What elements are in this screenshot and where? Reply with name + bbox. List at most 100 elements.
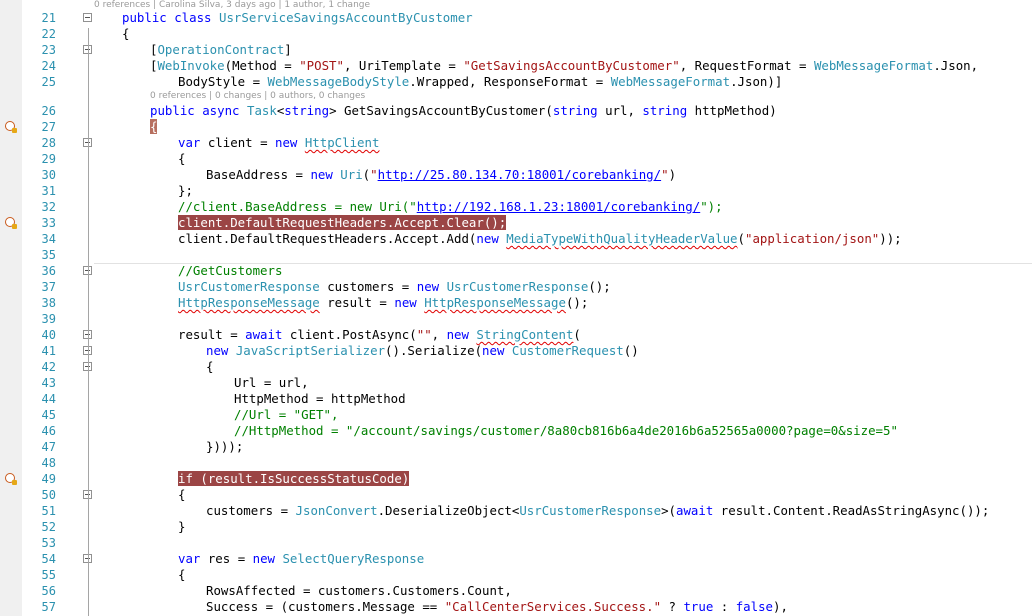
code-text: client.DefaultRequestHeaders.Accept.Add( bbox=[178, 231, 477, 246]
line-number: 55 bbox=[41, 568, 56, 582]
line-number: 37 bbox=[41, 280, 56, 294]
url-link[interactable]: http://25.80.134.70:18001/corebanking/ bbox=[378, 167, 661, 182]
line-number: 39 bbox=[41, 312, 56, 326]
code-line-45[interactable]: //Url = "GET", bbox=[234, 407, 338, 423]
code-line-57[interactable]: Success = (customers.Message == "CallCen… bbox=[206, 599, 788, 615]
code-text: result = bbox=[178, 327, 246, 342]
code-line-54[interactable]: var res = new SelectQueryResponse bbox=[178, 551, 424, 567]
code-line-31[interactable]: }; bbox=[178, 183, 193, 199]
code-text: customers = bbox=[319, 279, 417, 294]
code-line-27[interactable]: { bbox=[150, 119, 158, 135]
class-name: UsrServiceSavingsAccountByCustomer bbox=[218, 10, 473, 25]
code-line-33[interactable]: client.DefaultRequestHeaders.Accept.Clea… bbox=[178, 215, 507, 231]
code-line-47[interactable]: }))); bbox=[206, 439, 243, 455]
type-name: WebMessageFormat bbox=[610, 74, 731, 89]
code-line-34[interactable]: client.DefaultRequestHeaders.Accept.Add(… bbox=[178, 231, 902, 247]
code-text: , RequestFormat = bbox=[679, 58, 814, 73]
type-name: JsonConvert bbox=[295, 503, 378, 518]
line-number: 42 bbox=[41, 360, 56, 374]
code-line-26[interactable]: public async Task<string> GetSavingsAcco… bbox=[150, 103, 777, 119]
code-line-37[interactable]: UsrCustomerResponse customers = new UsrC… bbox=[178, 279, 611, 295]
gutter-row: 22 bbox=[0, 26, 1032, 42]
line-number: 30 bbox=[41, 168, 56, 182]
gutter-row: 50 bbox=[0, 487, 1032, 503]
comment: "); bbox=[700, 199, 723, 214]
gutter-row: 45 bbox=[0, 407, 1032, 423]
keyword: new bbox=[482, 343, 512, 358]
code-text: result.Content.ReadAsStringAsync()); bbox=[713, 503, 990, 518]
keyword: false bbox=[735, 599, 773, 614]
line-number: 50 bbox=[41, 488, 56, 502]
gutter-row: 43 bbox=[0, 375, 1032, 391]
breakpoint-warning-icon[interactable] bbox=[5, 121, 17, 133]
breakpoint-highlight: client.DefaultRequestHeaders.Accept.Clea… bbox=[178, 215, 507, 230]
code-line-29[interactable]: { bbox=[178, 151, 185, 167]
gutter-row: 28 bbox=[0, 135, 1032, 151]
code-text: ) bbox=[668, 167, 677, 182]
comment: //client.BaseAddress = new Uri(" bbox=[178, 199, 417, 214]
code-text: BaseAddress = bbox=[206, 167, 311, 182]
keyword: await bbox=[676, 503, 714, 518]
code-text: result = bbox=[319, 295, 395, 310]
codelens-class[interactable]: 0 references | Carolina Silva, 3 days ag… bbox=[94, 0, 370, 10]
code-line-46[interactable]: //HttpMethod = "/account/savings/custome… bbox=[234, 423, 898, 439]
code-line-44[interactable]: HttpMethod = httpMethod bbox=[234, 391, 406, 407]
code-text: customers = bbox=[206, 503, 296, 518]
gutter-row: 52 bbox=[0, 519, 1032, 535]
gutter-row: 53 bbox=[0, 535, 1032, 551]
line-number: 45 bbox=[41, 408, 56, 422]
gutter-row: 29 bbox=[0, 151, 1032, 167]
code-line-51[interactable]: customers = JsonConvert.DeserializeObjec… bbox=[206, 503, 989, 519]
line-number: 35 bbox=[41, 248, 56, 262]
comment: //Url = "GET", bbox=[234, 407, 339, 422]
keyword: new bbox=[252, 551, 283, 566]
url-link[interactable]: http://192.168.1.23:18001/corebanking/ bbox=[417, 199, 700, 214]
code-text: () bbox=[623, 343, 639, 358]
comment: //GetCustomers bbox=[178, 263, 283, 278]
code-line-50[interactable]: { bbox=[178, 487, 185, 503]
code-line-32[interactable]: //client.BaseAddress = new Uri("http://1… bbox=[178, 199, 723, 215]
type-name: UsrCustomerResponse bbox=[519, 503, 662, 518]
code-line-22[interactable]: { bbox=[122, 26, 129, 42]
code-line-36[interactable]: //GetCustomers bbox=[178, 263, 282, 279]
code-text: .Wrapped, ResponseFormat = bbox=[409, 74, 611, 89]
code-line-30[interactable]: BaseAddress = new Uri("http://25.80.134.… bbox=[206, 167, 676, 183]
code-line-23[interactable]: [OperationContract] bbox=[150, 42, 292, 58]
codelens-method[interactable]: 0 references | 0 changes | 0 authors, 0 … bbox=[150, 91, 365, 101]
code-text: ), bbox=[773, 599, 788, 614]
gutter-row: 36 bbox=[0, 263, 1032, 279]
line-number: 38 bbox=[41, 296, 56, 310]
code-line-55[interactable]: { bbox=[178, 567, 185, 583]
line-number: 34 bbox=[41, 232, 56, 246]
code-line-21[interactable]: public class UsrServiceSavingsAccountByC… bbox=[122, 10, 473, 26]
gutter-row: 47 bbox=[0, 439, 1032, 455]
type-name: MediaTypeWithQualityHeaderValue bbox=[506, 231, 738, 246]
code-line-25[interactable]: BodyStyle = WebMessageBodyStyle.Wrapped,… bbox=[178, 74, 782, 90]
breakpoint-warning-icon[interactable] bbox=[5, 217, 17, 229]
code-text: ( bbox=[573, 327, 581, 342]
keyword: new bbox=[310, 167, 341, 182]
code-line-56[interactable]: RowsAffected = customers.Customers.Count… bbox=[206, 583, 512, 599]
gutter-row: 31 bbox=[0, 183, 1032, 199]
string-literal: "POST" bbox=[299, 58, 344, 73]
breakpoint-warning-icon[interactable] bbox=[5, 473, 17, 485]
code-line-38[interactable]: HttpResponseMessage result = new HttpRes… bbox=[178, 295, 588, 311]
punct: ] bbox=[284, 42, 292, 57]
string-literal: "" bbox=[416, 327, 432, 342]
attribute-name: OperationContract bbox=[157, 42, 285, 57]
line-number: 31 bbox=[41, 184, 56, 198]
code-line-41[interactable]: new JavaScriptSerializer().Serialize(new… bbox=[206, 343, 639, 359]
code-text: ( bbox=[737, 231, 745, 246]
line-number: 49 bbox=[41, 472, 56, 486]
code-line-49[interactable]: if (result.IsSuccessStatusCode) bbox=[178, 471, 410, 487]
gutter-row: 54 bbox=[0, 551, 1032, 567]
code-line-28[interactable]: var client = new HttpClient bbox=[178, 135, 379, 151]
code-line-42[interactable]: { bbox=[206, 359, 213, 375]
code-line-24[interactable]: [WebInvoke(Method = "POST", UriTemplate … bbox=[150, 58, 978, 74]
collapse-toggle-icon[interactable] bbox=[83, 13, 92, 22]
type-name: HttpResponseMessage bbox=[424, 295, 566, 310]
code-line-52[interactable]: } bbox=[178, 519, 185, 535]
code-line-43[interactable]: Url = url, bbox=[234, 375, 309, 391]
type-name: SelectQueryResponse bbox=[282, 551, 425, 566]
code-line-40[interactable]: result = await client.PostAsync("", new … bbox=[178, 327, 581, 343]
